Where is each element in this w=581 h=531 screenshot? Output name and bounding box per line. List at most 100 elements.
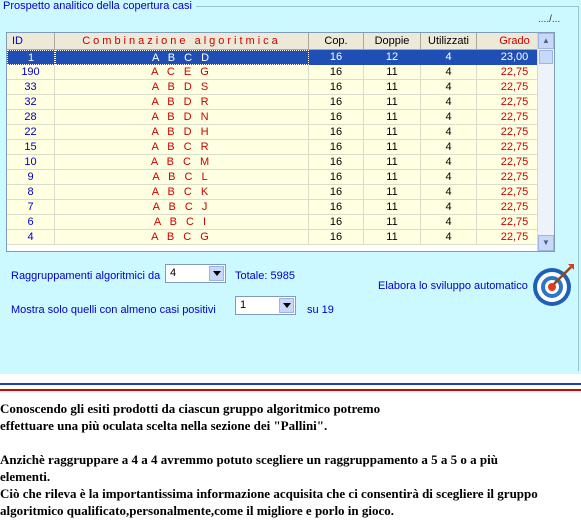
- chevron-down-icon[interactable]: [279, 298, 294, 313]
- group-size-label: Raggruppamenti algoritmici da: [11, 270, 161, 282]
- cell-cop: 16: [309, 215, 364, 230]
- cell-doppie: 11: [364, 200, 421, 215]
- chevron-up-icon[interactable]: ▲: [538, 33, 554, 49]
- cell-doppie: 11: [364, 65, 421, 80]
- cell-cop: 16: [309, 185, 364, 200]
- table-row[interactable]: 28 A B D N 16 11 4 22,75: [7, 110, 554, 125]
- cell-comb: A B D N: [55, 110, 309, 125]
- column-header-doppie[interactable]: Doppie: [364, 33, 421, 50]
- chevron-down-icon[interactable]: ▼: [538, 235, 554, 251]
- cell-doppie: 11: [364, 125, 421, 140]
- table-row[interactable]: 10 A B C M 16 11 4 22,75: [7, 155, 554, 170]
- cell-utilizzati: 4: [421, 215, 477, 230]
- cell-doppie: 11: [364, 170, 421, 185]
- positive-cases-total: su 19: [307, 304, 334, 316]
- column-header-cop[interactable]: Cop.: [309, 33, 364, 50]
- paragraph-2-line-1: Anzichè raggruppare a 4 a 4 avremmo potu…: [0, 452, 498, 467]
- group-title: Prospetto analitico della copertura casi: [3, 0, 192, 12]
- cell-id: 1: [7, 50, 55, 65]
- cell-utilizzati: 4: [421, 230, 477, 245]
- table-row[interactable]: 1A B C D 16 12 4 23,00: [7, 50, 554, 65]
- group-border-right: [578, 6, 579, 371]
- table-row[interactable]: 22 A B D H 16 11 4 22,75: [7, 125, 554, 140]
- cell-utilizzati: 4: [421, 125, 477, 140]
- cell-utilizzati: 4: [421, 155, 477, 170]
- cell-cop: 16: [309, 155, 364, 170]
- auto-develop-label[interactable]: Elabora lo sviluppo automatico: [378, 280, 528, 292]
- table-row[interactable]: 6A B C I 16 11 4 22,75: [7, 215, 554, 230]
- cell-doppie: 11: [364, 215, 421, 230]
- column-header-utilizzati[interactable]: Utilizzati: [421, 33, 477, 50]
- divider-red: [0, 389, 581, 391]
- cell-comb: A C E G: [55, 65, 309, 80]
- table-row[interactable]: 190 A C E G 16 11 4 22,75: [7, 65, 554, 80]
- cell-cop: 16: [309, 50, 364, 65]
- table-row[interactable]: 9A B C L 16 11 4 22,75: [7, 170, 554, 185]
- analysis-panel: Prospetto analitico della copertura casi…: [0, 0, 581, 374]
- cell-cop: 16: [309, 110, 364, 125]
- table-row[interactable]: 15 A B C R 16 11 4 22,75: [7, 140, 554, 155]
- cell-comb: A B C R: [55, 140, 309, 155]
- paragraph-3-line-1: Ciò che rileva è la importantissima info…: [0, 486, 538, 501]
- cell-id: 4: [7, 230, 55, 245]
- column-header-id[interactable]: ID: [7, 33, 55, 50]
- table-row[interactable]: 8A B C K 16 11 4 22,75: [7, 185, 554, 200]
- table-row[interactable]: 7A B C J 16 11 4 22,75: [7, 200, 554, 215]
- cell-utilizzati: 4: [421, 185, 477, 200]
- cell-utilizzati: 4: [421, 50, 477, 65]
- cell-comb: A B C G: [55, 230, 309, 245]
- cell-cop: 16: [309, 170, 364, 185]
- cell-comb: A B D R: [55, 95, 309, 110]
- cell-utilizzati: 4: [421, 65, 477, 80]
- cell-cop: 16: [309, 200, 364, 215]
- table-row[interactable]: 33 A B D S 16 11 4 22,75: [7, 80, 554, 95]
- cell-id: 190: [7, 65, 55, 80]
- scroll-thumb[interactable]: [539, 50, 553, 64]
- target-icon[interactable]: [530, 262, 576, 308]
- cell-utilizzati: 4: [421, 140, 477, 155]
- cell-id: 28: [7, 110, 55, 125]
- cell-id: 7: [7, 200, 55, 215]
- cell-cop: 16: [309, 80, 364, 95]
- cell-doppie: 11: [364, 140, 421, 155]
- coverage-grid[interactable]: ID Combinazione algoritmica Cop. Doppie …: [6, 32, 555, 252]
- cell-comb: A B C I: [55, 215, 309, 230]
- chevron-down-icon[interactable]: [209, 266, 224, 281]
- cell-doppie: 11: [364, 95, 421, 110]
- grid-header: ID Combinazione algoritmica Cop. Doppie …: [7, 33, 554, 50]
- table-row[interactable]: 4A B C G 16 11 4 22,75: [7, 230, 554, 245]
- positive-cases-select[interactable]: 1: [235, 296, 296, 315]
- divider-blue: [0, 383, 581, 385]
- cell-cop: 16: [309, 140, 364, 155]
- explanation-text: Conoscendo gli esiti prodotti da ciascun…: [0, 400, 581, 519]
- cell-id: 8: [7, 185, 55, 200]
- cell-doppie: 11: [364, 230, 421, 245]
- cell-comb: A B D S: [55, 80, 309, 95]
- positive-cases-label: Mostra solo quelli con almeno casi posit…: [11, 304, 216, 316]
- cell-doppie: 11: [364, 110, 421, 125]
- column-header-combination[interactable]: Combinazione algoritmica: [55, 33, 309, 50]
- table-row[interactable]: 32 A B D R 16 11 4 22,75: [7, 95, 554, 110]
- paragraph-2-line-2: elementi.: [0, 469, 51, 484]
- cell-id: 32: [7, 95, 55, 110]
- grid-body: 1A B C D 16 12 4 23,00 190 A C E G 16 11 4 22,75 33…: [7, 50, 554, 245]
- paragraph-1-line-1: Conoscendo gli esiti prodotti da ciascun…: [0, 401, 381, 416]
- vertical-scrollbar[interactable]: ▲ ▼: [537, 33, 554, 251]
- cell-cop: 16: [309, 125, 364, 140]
- cell-comb: A B D H: [55, 125, 309, 140]
- cell-comb: A B C K: [55, 185, 309, 200]
- total-count: Totale: 5985: [235, 270, 295, 282]
- group-size-select[interactable]: 4: [165, 264, 226, 283]
- cell-comb: A B C D: [55, 50, 309, 65]
- cell-id: 15: [7, 140, 55, 155]
- cell-doppie: 11: [364, 185, 421, 200]
- cell-cop: 16: [309, 230, 364, 245]
- cell-utilizzati: 4: [421, 95, 477, 110]
- cell-comb: A B C L: [55, 170, 309, 185]
- cell-id: 6: [7, 215, 55, 230]
- cell-doppie: 12: [364, 50, 421, 65]
- cell-comb: A B C J: [55, 200, 309, 215]
- cell-comb: A B C M: [55, 155, 309, 170]
- paragraph-1-line-2: effettuare una più oculata scelta nella …: [0, 418, 328, 433]
- paragraph-3-line-2: algoritmico qualificato,personalmente,co…: [0, 503, 395, 518]
